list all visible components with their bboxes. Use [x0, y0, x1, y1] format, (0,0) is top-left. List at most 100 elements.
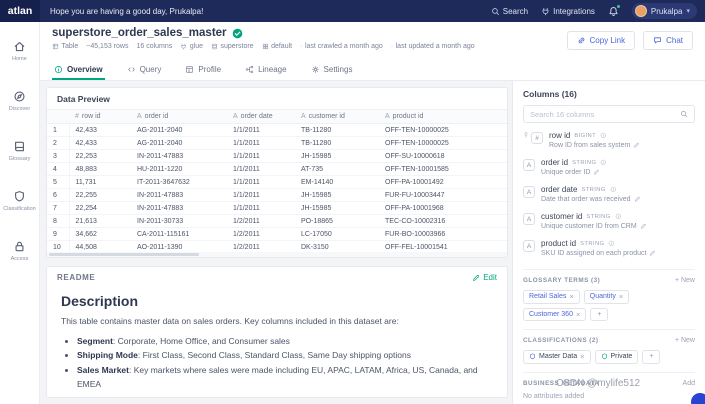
table-cell[interactable]: JH-15985: [295, 202, 379, 215]
avatar: [635, 5, 647, 17]
tab-label: Profile: [198, 65, 221, 74]
table-cell[interactable]: 21,613: [69, 215, 131, 228]
remove-icon[interactable]: ×: [580, 353, 584, 361]
sidebar-item-access[interactable]: Access: [0, 232, 40, 270]
verified-badge-icon[interactable]: [232, 28, 243, 39]
add-classification-chip[interactable]: +: [642, 350, 660, 364]
columns-search-input[interactable]: [530, 110, 680, 119]
sidebar-item-discover[interactable]: Discover: [0, 82, 40, 120]
search-button[interactable]: Search: [491, 7, 528, 16]
add-glossary-term-button[interactable]: + New: [675, 277, 695, 284]
table-cell[interactable]: IN-2011-47883: [131, 189, 227, 202]
sidebar-item-home[interactable]: Home: [0, 32, 40, 70]
user-menu[interactable]: Prukalpa ▾: [632, 3, 697, 19]
atlan-logo[interactable]: atlan: [0, 0, 40, 22]
compass-icon: [13, 90, 26, 103]
header-actions: Copy Link Chat: [567, 31, 693, 50]
column-header-order-id[interactable]: Aorder id: [131, 110, 227, 124]
remove-icon[interactable]: ×: [569, 293, 573, 301]
classification-chip[interactable]: Private: [595, 350, 639, 364]
columns-search[interactable]: [523, 105, 695, 123]
column-list-item[interactable]: Aorder idSTRINGUnique order ID: [523, 153, 695, 180]
table-cell[interactable]: CA-2011-115161: [131, 228, 227, 241]
table-cell[interactable]: 42,433: [69, 124, 131, 137]
tab-query[interactable]: Query: [125, 60, 164, 80]
chat-widget-button[interactable]: [691, 393, 705, 404]
table-cell[interactable]: 22,254: [69, 202, 131, 215]
tab-settings[interactable]: Settings: [309, 60, 355, 80]
copy-link-button[interactable]: Copy Link: [567, 31, 636, 50]
table-cell[interactable]: AG-2011-2040: [131, 124, 227, 137]
table-cell[interactable]: 1/1/2011: [227, 189, 295, 202]
table-cell[interactable]: OFF-PA-10001492: [379, 176, 507, 189]
table-cell[interactable]: 1/1/2011: [227, 163, 295, 176]
edit-readme-button[interactable]: Edit: [472, 273, 497, 282]
table-cell[interactable]: LC-17050: [295, 228, 379, 241]
sidebar-item-classification[interactable]: Classification: [0, 182, 40, 220]
column-list-item[interactable]: #row idBIGINTRow ID from sales system: [523, 126, 695, 153]
table-cell[interactable]: TB-11280: [295, 124, 379, 137]
table-cell[interactable]: JH-15985: [295, 189, 379, 202]
classification-chip[interactable]: Master Data×: [523, 350, 591, 364]
table-cell[interactable]: OFF-TEN-10000025: [379, 124, 507, 137]
table-cell[interactable]: 1/1/2011: [227, 137, 295, 150]
table-cell[interactable]: AT-735: [295, 163, 379, 176]
glossary-term-chip[interactable]: Customer 360×: [523, 308, 586, 322]
table-cell[interactable]: 1/1/2011: [227, 124, 295, 137]
table-cell[interactable]: 1/2/2011: [227, 228, 295, 241]
column-header-row-id[interactable]: #row id: [69, 110, 131, 124]
column-list-item[interactable]: Aproduct idSTRINGSKU ID assigned on each…: [523, 234, 695, 261]
table-cell[interactable]: 1/1/2011: [227, 150, 295, 163]
table-cell[interactable]: IN-2011-47883: [131, 202, 227, 215]
schema-link[interactable]: default: [262, 43, 293, 50]
table-cell[interactable]: 34,662: [69, 228, 131, 241]
remove-icon[interactable]: ×: [576, 311, 580, 319]
glossary-term-chip[interactable]: Retail Sales×: [523, 290, 580, 304]
connector-link[interactable]: glue: [180, 43, 203, 50]
column-list-item[interactable]: Aorder dateSTRINGDate that order was rec…: [523, 180, 695, 207]
column-header-product-id[interactable]: Aproduct id: [379, 110, 507, 124]
table-cell[interactable]: OFF-PA-10001968: [379, 202, 507, 215]
table-cell[interactable]: IN-2011-30733: [131, 215, 227, 228]
notifications-button[interactable]: [608, 6, 619, 17]
table-cell[interactable]: AG-2011-2040: [131, 137, 227, 150]
tab-profile[interactable]: Profile: [183, 60, 223, 80]
horizontal-scrollbar[interactable]: [47, 252, 507, 257]
tab-overview[interactable]: Overview: [52, 60, 105, 80]
table-cell[interactable]: 11,731: [69, 176, 131, 189]
add-term-chip[interactable]: +: [590, 308, 608, 322]
table-cell[interactable]: 48,883: [69, 163, 131, 176]
column-list-item[interactable]: Acustomer idSTRINGUnique customer ID fro…: [523, 207, 695, 234]
scrollbar-thumb[interactable]: [49, 253, 199, 256]
table-cell[interactable]: 22,255: [69, 189, 131, 202]
table-cell[interactable]: OFF-TEN-10000025: [379, 137, 507, 150]
column-header-order-date[interactable]: Aorder date: [227, 110, 295, 124]
table-cell[interactable]: OFF-TEN-10001585: [379, 163, 507, 176]
table-cell[interactable]: FUR-FU-10003447: [379, 189, 507, 202]
add-classification-button[interactable]: + New: [675, 337, 695, 344]
table-cell[interactable]: TEC-CO-10002316: [379, 215, 507, 228]
table-cell[interactable]: 22,253: [69, 150, 131, 163]
table-cell[interactable]: TB-11280: [295, 137, 379, 150]
table-cell[interactable]: OFF-SU-10000618: [379, 150, 507, 163]
table-cell[interactable]: EM-14140: [295, 176, 379, 189]
table-cell[interactable]: IN-2011-47883: [131, 150, 227, 163]
column-header-customer-id[interactable]: Acustomer id: [295, 110, 379, 124]
chat-button[interactable]: Chat: [643, 31, 693, 50]
add-business-metadata-button[interactable]: Add: [683, 380, 695, 387]
table-cell[interactable]: 1/2/2011: [227, 215, 295, 228]
table-cell[interactable]: FUR-BO-10003966: [379, 228, 507, 241]
database-link[interactable]: superstore: [211, 43, 254, 50]
table-cell[interactable]: HU-2011-1220: [131, 163, 227, 176]
table-cell[interactable]: PO-18865: [295, 215, 379, 228]
table-cell[interactable]: 42,433: [69, 137, 131, 150]
tab-lineage[interactable]: Lineage: [243, 60, 288, 80]
table-cell[interactable]: 1/1/2011: [227, 202, 295, 215]
table-cell[interactable]: JH-15985: [295, 150, 379, 163]
glossary-term-chip[interactable]: Quantity×: [584, 290, 629, 304]
table-cell[interactable]: IT-2011-3647632: [131, 176, 227, 189]
remove-icon[interactable]: ×: [619, 293, 623, 301]
sidebar-item-glossary[interactable]: Glossary: [0, 132, 40, 170]
table-cell[interactable]: 1/1/2011: [227, 176, 295, 189]
integrations-button[interactable]: Integrations: [541, 7, 595, 16]
